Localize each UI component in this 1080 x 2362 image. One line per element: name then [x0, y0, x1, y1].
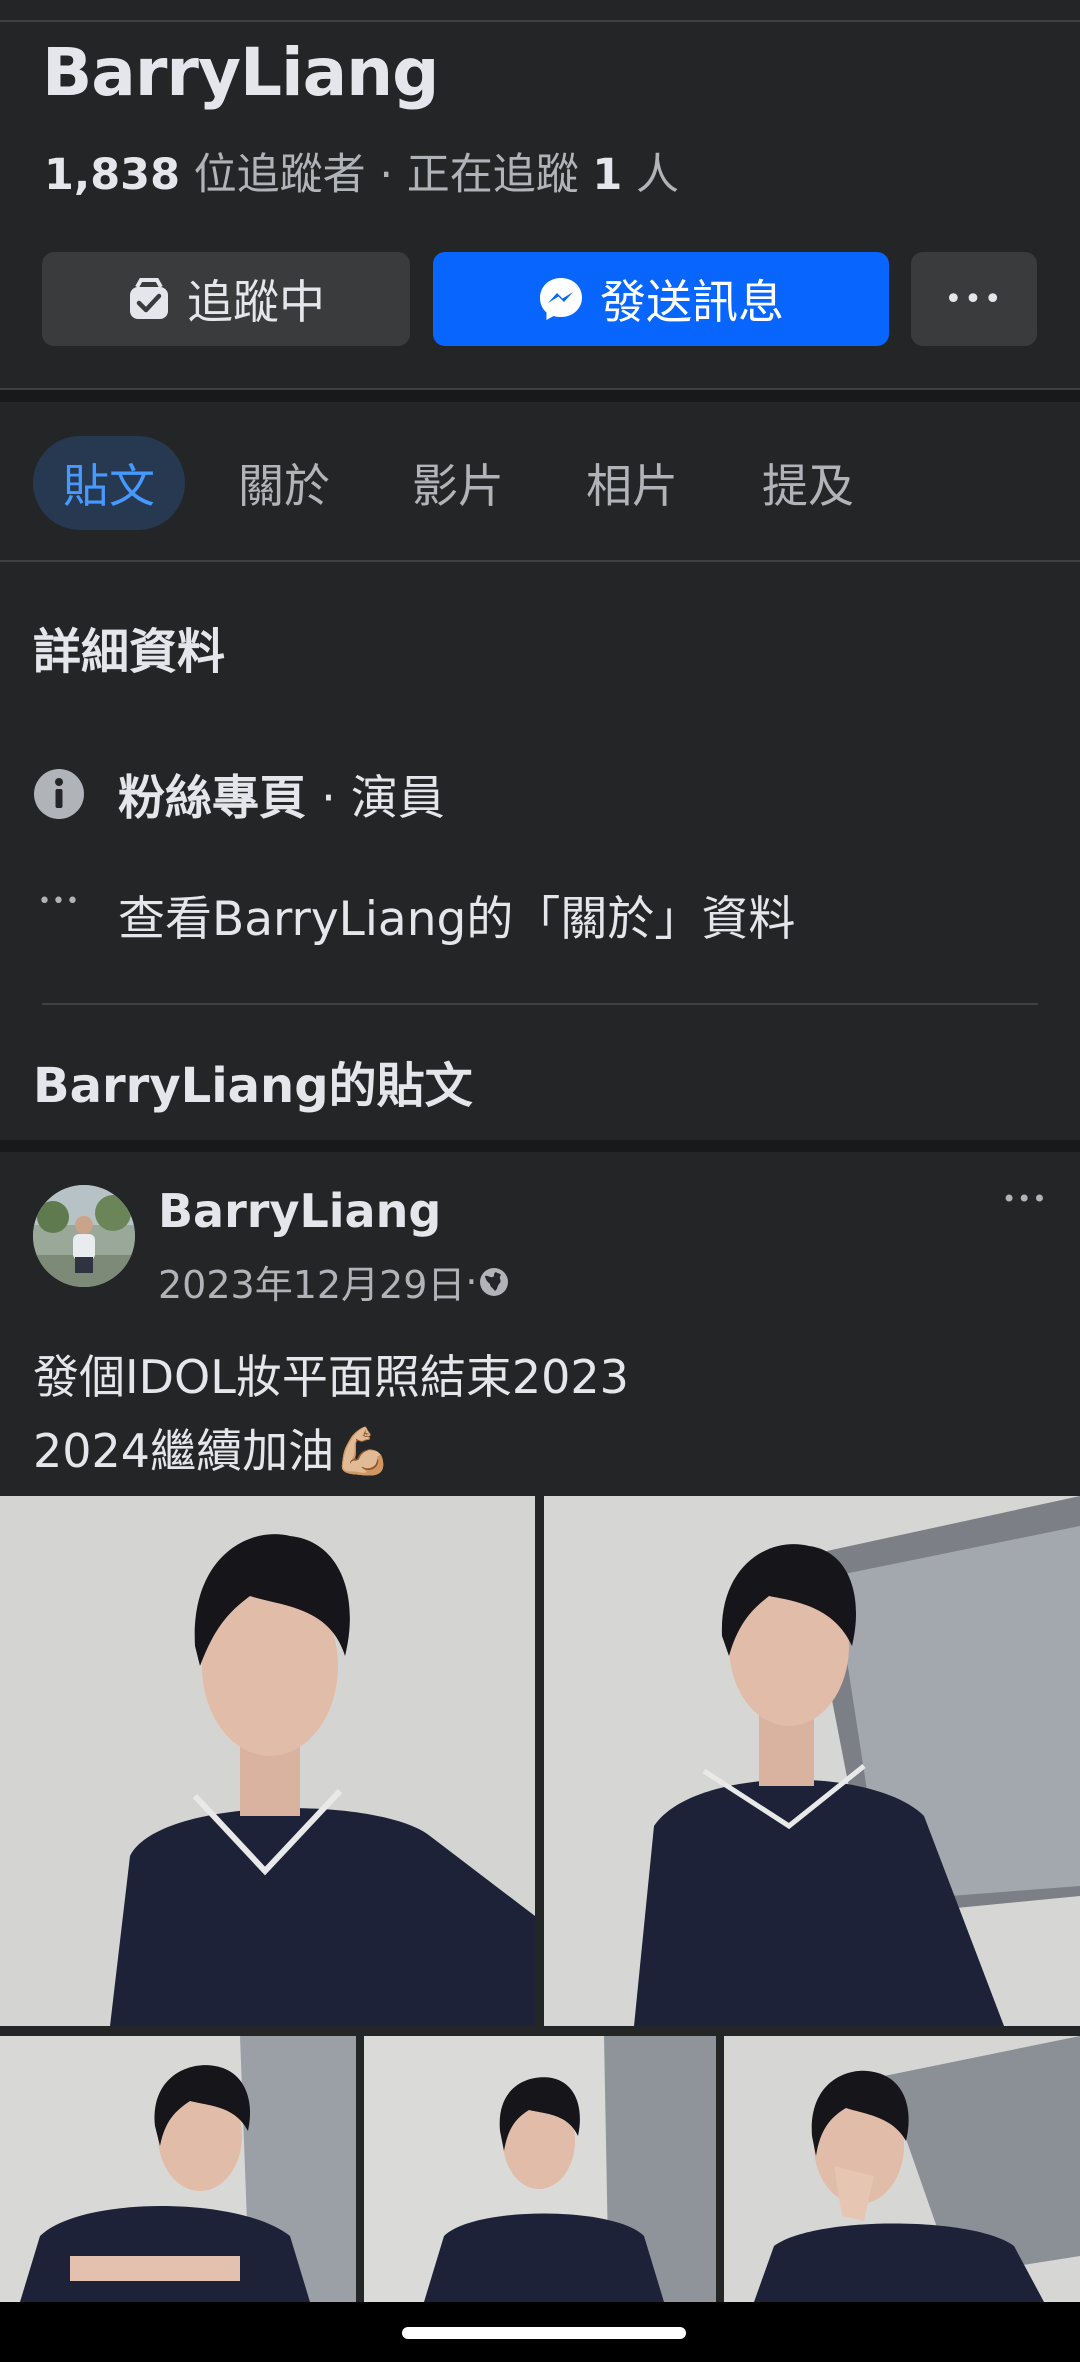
section-separator [0, 1140, 1080, 1152]
post-meta: 2023年12月29日 · [158, 1254, 510, 1309]
following-button[interactable]: 追蹤中 [42, 252, 410, 346]
info-icon [33, 768, 85, 820]
avatar[interactable] [33, 1185, 135, 1287]
home-indicator[interactable] [402, 2327, 686, 2339]
more-dots-icon: ••• [38, 888, 80, 914]
check-badge-icon [127, 277, 171, 321]
profile-tabs: 貼文 關於 影片 相片 提及 [0, 402, 1080, 560]
following-suffix: 人 [622, 150, 679, 200]
send-message-button[interactable]: 發送訊息 [433, 252, 889, 346]
tabs-divider [0, 560, 1080, 562]
post-date[interactable]: 2023年12月29日 [158, 1254, 465, 1309]
profile-name: BarryLiang [42, 34, 439, 111]
post-photo[interactable] [544, 1496, 1080, 2026]
more-dots-icon: ••• [944, 281, 1004, 317]
meta-separator: · [465, 1259, 478, 1304]
followers-count: 1,838 [44, 150, 181, 200]
post-text-line: 發個IDOL妝平面照結束2023 [33, 1350, 629, 1404]
category-type: 粉絲專頁 [118, 771, 306, 826]
post-photo[interactable] [0, 2036, 356, 2302]
post-more-button[interactable]: ••• [1002, 1185, 1047, 1213]
tab-photos[interactable]: 相片 [570, 436, 694, 530]
see-about-link[interactable]: 查看BarryLiang的「關於」資料 [118, 880, 795, 949]
post-photo[interactable] [0, 1496, 535, 2026]
post-text: 發個IDOL妝平面照結束2023 2024繼續加油💪🏼 [33, 1340, 629, 1488]
globe-icon [478, 1266, 510, 1298]
section-separator [0, 388, 1080, 402]
details-divider [42, 1003, 1038, 1005]
followers-label: 位追蹤者 · 正在追蹤 [180, 150, 593, 200]
details-title: 詳細資料 [33, 624, 226, 680]
tab-posts[interactable]: 貼文 [33, 436, 185, 530]
post-photo[interactable] [724, 2036, 1080, 2302]
follow-stats[interactable]: 1,838 位追蹤者 · 正在追蹤 1 人 [44, 140, 679, 202]
following-count: 1 [592, 150, 623, 200]
category-value: · 演員 [306, 771, 445, 826]
tab-videos[interactable]: 影片 [396, 436, 520, 530]
top-divider [0, 20, 1080, 22]
more-dots-icon: ••• [1002, 1185, 1048, 1213]
category-row: 粉絲專頁 · 演員 [33, 759, 445, 828]
tab-about[interactable]: 關於 [222, 436, 346, 530]
post-text-line: 2024繼續加油💪🏼 [33, 1424, 392, 1478]
post-author[interactable]: BarryLiang [158, 1184, 441, 1238]
see-about-row[interactable]: ••• 查看BarryLiang的「關於」資料 [33, 880, 795, 949]
following-label: 追蹤中 [187, 275, 325, 329]
messenger-icon [538, 276, 584, 322]
posts-section-title: BarryLiang的貼文 [33, 1058, 473, 1114]
tab-mentions[interactable]: 提及 [746, 436, 870, 530]
send-message-label: 發送訊息 [600, 275, 784, 329]
more-options-button[interactable]: ••• [911, 252, 1037, 346]
post-photo[interactable] [364, 2036, 716, 2302]
